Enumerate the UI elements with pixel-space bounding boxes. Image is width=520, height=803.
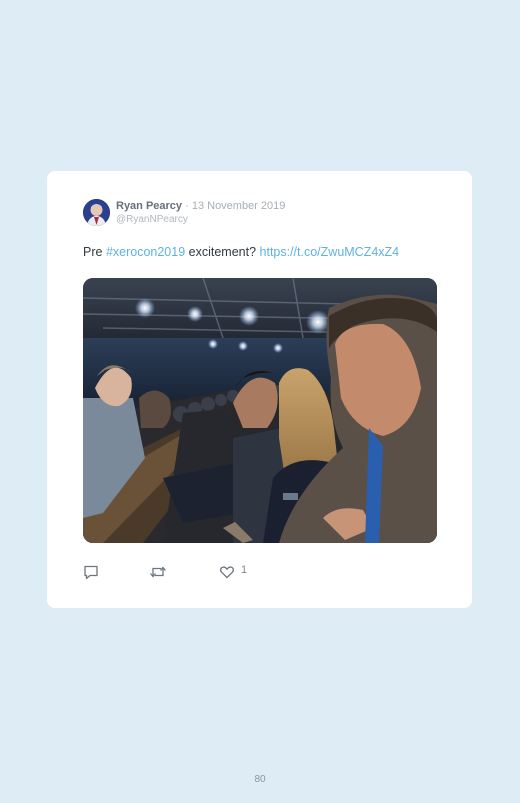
like-button[interactable] [219,564,235,580]
tweet-photo[interactable] [83,278,437,543]
heart-icon [220,566,234,579]
author-line: Ryan Pearcy · 13 November 2019 [116,200,285,212]
tweet-card: Ryan Pearcy · 13 November 2019 @RyanNPea… [47,171,472,608]
avatar-image [83,199,110,226]
avatar[interactable] [83,199,110,226]
reply-button[interactable] [83,564,99,580]
author-name[interactable]: Ryan Pearcy [116,200,182,212]
url-link[interactable]: https://t.co/ZwuMCZ4xZ4 [260,245,400,259]
author-handle[interactable]: @RyanNPearcy [116,214,188,225]
like-count: 1 [241,564,248,576]
tweet-date[interactable]: 13 November 2019 [192,200,286,212]
hashtag-link[interactable]: #xerocon2019 [106,245,185,259]
page-number: 80 [254,774,266,785]
tweet-text-prefix: Pre [83,245,106,259]
name-date-separator: · [182,200,192,212]
tweet-header: Ryan Pearcy · 13 November 2019 @RyanNPea… [83,199,443,229]
tweet-text: Pre #xerocon2019 excitement? https://t.c… [83,245,399,259]
tweet-actions: 1 [83,564,283,582]
tweet-text-middle: excitement? [185,245,260,259]
conference-audience-photo [83,278,437,543]
retweet-icon [150,566,166,578]
reply-icon [84,565,98,580]
retweet-button[interactable] [149,564,167,580]
